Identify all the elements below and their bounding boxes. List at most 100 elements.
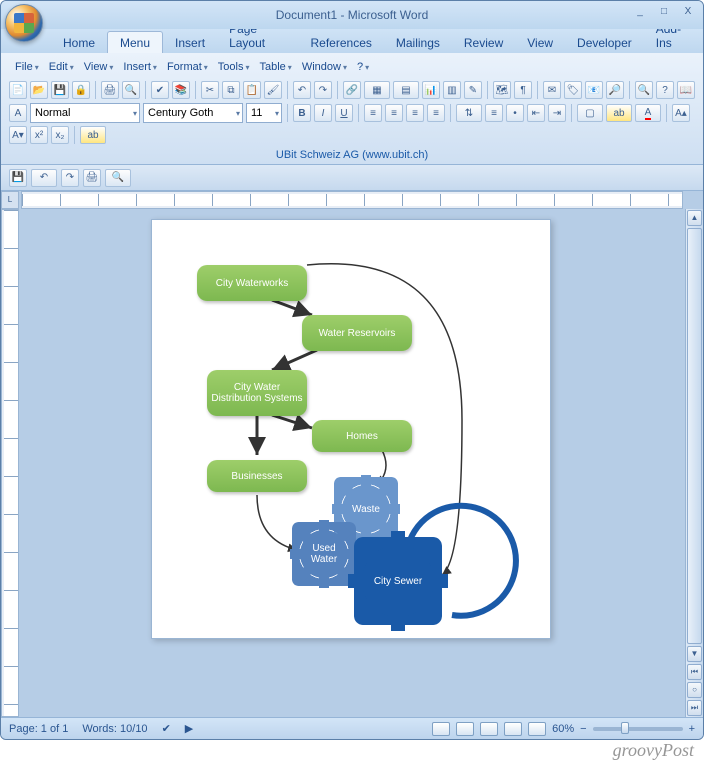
align-left-icon[interactable]: ≡ [364, 104, 382, 122]
drawing-icon[interactable]: ✎ [464, 81, 482, 99]
permissions-icon[interactable]: 🔒 [72, 81, 90, 99]
show-marks-icon[interactable]: ¶ [514, 81, 532, 99]
status-macro-icon[interactable]: ▶ [185, 722, 193, 735]
menu-window[interactable]: Window▾ [298, 59, 351, 75]
scroll-down-icon[interactable]: ▼ [687, 646, 702, 662]
research-icon[interactable]: 📚 [172, 81, 190, 99]
minimize-button[interactable]: _ [631, 5, 649, 19]
doc-map-icon[interactable]: 🗺 [493, 81, 511, 99]
superscript-icon[interactable]: x² [30, 126, 48, 144]
table-icon[interactable]: ▦ [364, 81, 390, 99]
tab-mailings[interactable]: Mailings [384, 32, 452, 53]
tab-menu[interactable]: Menu [107, 31, 163, 53]
increase-indent-icon[interactable]: ⇥ [548, 104, 566, 122]
flow-distribution-systems[interactable]: City Water Distribution Systems [207, 370, 307, 416]
outline-view-icon[interactable] [504, 722, 522, 736]
zoom-in-icon[interactable]: + [689, 723, 695, 735]
scroll-thumb[interactable] [687, 228, 702, 644]
tab-view[interactable]: View [515, 32, 565, 53]
maximize-button[interactable]: □ [655, 5, 673, 19]
tab-home[interactable]: Home [51, 32, 107, 53]
office-button[interactable] [5, 4, 43, 42]
save-icon[interactable]: 💾 [51, 81, 69, 99]
font-combo[interactable]: Century Goth [143, 103, 243, 123]
flow-water-reservoirs[interactable]: Water Reservoirs [302, 315, 412, 351]
zoom-slider-thumb[interactable] [621, 722, 629, 734]
reading-icon[interactable]: 📖 [677, 81, 695, 99]
zoom-out-icon[interactable]: − [580, 723, 586, 735]
menu-table[interactable]: Table▾ [256, 59, 296, 75]
zoom-slider[interactable] [593, 727, 683, 731]
insert-table-icon[interactable]: ▤ [393, 81, 419, 99]
font-color-icon[interactable]: A [635, 104, 661, 122]
menu-insert[interactable]: Insert▾ [119, 59, 161, 75]
menu-help[interactable]: ?▾ [353, 59, 373, 75]
line-spacing-icon[interactable]: ⇅ [456, 104, 482, 122]
qat-redo-icon[interactable]: ↷ [61, 169, 79, 187]
paste-icon[interactable]: 📋 [243, 81, 261, 99]
format-painter-icon[interactable]: 🖌 [264, 81, 282, 99]
bold-button[interactable]: B [293, 104, 311, 122]
subscript-icon[interactable]: x₂ [51, 126, 69, 144]
close-button[interactable]: X [679, 5, 697, 19]
style-combo[interactable]: Normal [30, 103, 140, 123]
redo-icon[interactable]: ↷ [314, 81, 332, 99]
full-screen-view-icon[interactable] [456, 722, 474, 736]
help-icon[interactable]: ? [656, 81, 674, 99]
open-icon[interactable]: 📂 [30, 81, 48, 99]
font-size-combo[interactable]: 11 [246, 103, 282, 123]
numbering-icon[interactable]: ≡ [485, 104, 503, 122]
flow-city-waterworks[interactable]: City Waterworks [197, 265, 307, 301]
borders-icon[interactable]: ▢ [577, 104, 603, 122]
highlight-icon[interactable]: ab [606, 104, 632, 122]
bullets-icon[interactable]: • [506, 104, 524, 122]
prev-page-icon[interactable]: ⏮ [687, 664, 702, 680]
flow-businesses[interactable]: Businesses [207, 460, 307, 492]
print-icon[interactable]: 🖨 [101, 81, 119, 99]
qat-preview-icon[interactable]: 🔍 [105, 169, 131, 187]
horizontal-ruler[interactable] [21, 191, 683, 209]
vertical-scrollbar[interactable]: ▲ ▼ ⏮ ○ ⏭ [685, 209, 703, 717]
menu-format[interactable]: Format▾ [163, 59, 212, 75]
tab-insert[interactable]: Insert [163, 32, 217, 53]
status-words[interactable]: Words: 10/10 [82, 723, 147, 735]
qat-save-icon[interactable]: 💾 [9, 169, 27, 187]
spellcheck-icon[interactable]: ✔ [151, 81, 169, 99]
tab-developer[interactable]: Developer [565, 32, 644, 53]
menu-tools[interactable]: Tools▾ [214, 59, 254, 75]
excel-icon[interactable]: 📊 [422, 81, 440, 99]
browse-object-icon[interactable]: ○ [687, 682, 702, 698]
menu-edit[interactable]: Edit▾ [45, 59, 78, 75]
hyperlink-icon[interactable]: 🔗 [343, 81, 361, 99]
underline-button[interactable]: U [335, 104, 353, 122]
flow-homes[interactable]: Homes [312, 420, 412, 452]
find-icon[interactable]: 🔎 [606, 81, 624, 99]
mail-merge-icon[interactable]: 📧 [585, 81, 603, 99]
qat-print-icon[interactable]: 🖨 [83, 169, 101, 187]
envelopes-icon[interactable]: ✉ [543, 81, 561, 99]
status-proofing-icon[interactable]: ✔ [162, 722, 171, 735]
menu-file[interactable]: File▾ [11, 59, 43, 75]
justify-icon[interactable]: ≡ [427, 104, 445, 122]
tab-review[interactable]: Review [452, 32, 515, 53]
styles-pane-icon[interactable]: A [9, 104, 27, 122]
scroll-up-icon[interactable]: ▲ [687, 210, 702, 226]
ruler-corner[interactable]: L [1, 191, 19, 209]
menu-view[interactable]: View▾ [80, 59, 118, 75]
zoom-level[interactable]: 60% [552, 723, 574, 735]
decrease-indent-icon[interactable]: ⇤ [527, 104, 545, 122]
next-page-icon[interactable]: ⏭ [687, 700, 702, 716]
draft-view-icon[interactable] [528, 722, 546, 736]
cut-icon[interactable]: ✂ [201, 81, 219, 99]
document-page[interactable]: City Waterworks Water Reservoirs City Wa… [151, 219, 551, 639]
shrink-font-icon[interactable]: A▾ [9, 126, 27, 144]
ribbon-credit[interactable]: UBit Schweiz AG (www.ubit.ch) [276, 149, 428, 161]
align-right-icon[interactable]: ≡ [406, 104, 424, 122]
gear-used-water[interactable]: Used Water [300, 530, 348, 578]
new-doc-icon[interactable]: 📄 [9, 81, 27, 99]
qat-undo-icon[interactable]: ↶ [31, 169, 57, 187]
print-layout-view-icon[interactable] [432, 722, 450, 736]
grow-font-icon[interactable]: A▴ [672, 104, 690, 122]
status-page[interactable]: Page: 1 of 1 [9, 723, 68, 735]
align-center-icon[interactable]: ≡ [385, 104, 403, 122]
